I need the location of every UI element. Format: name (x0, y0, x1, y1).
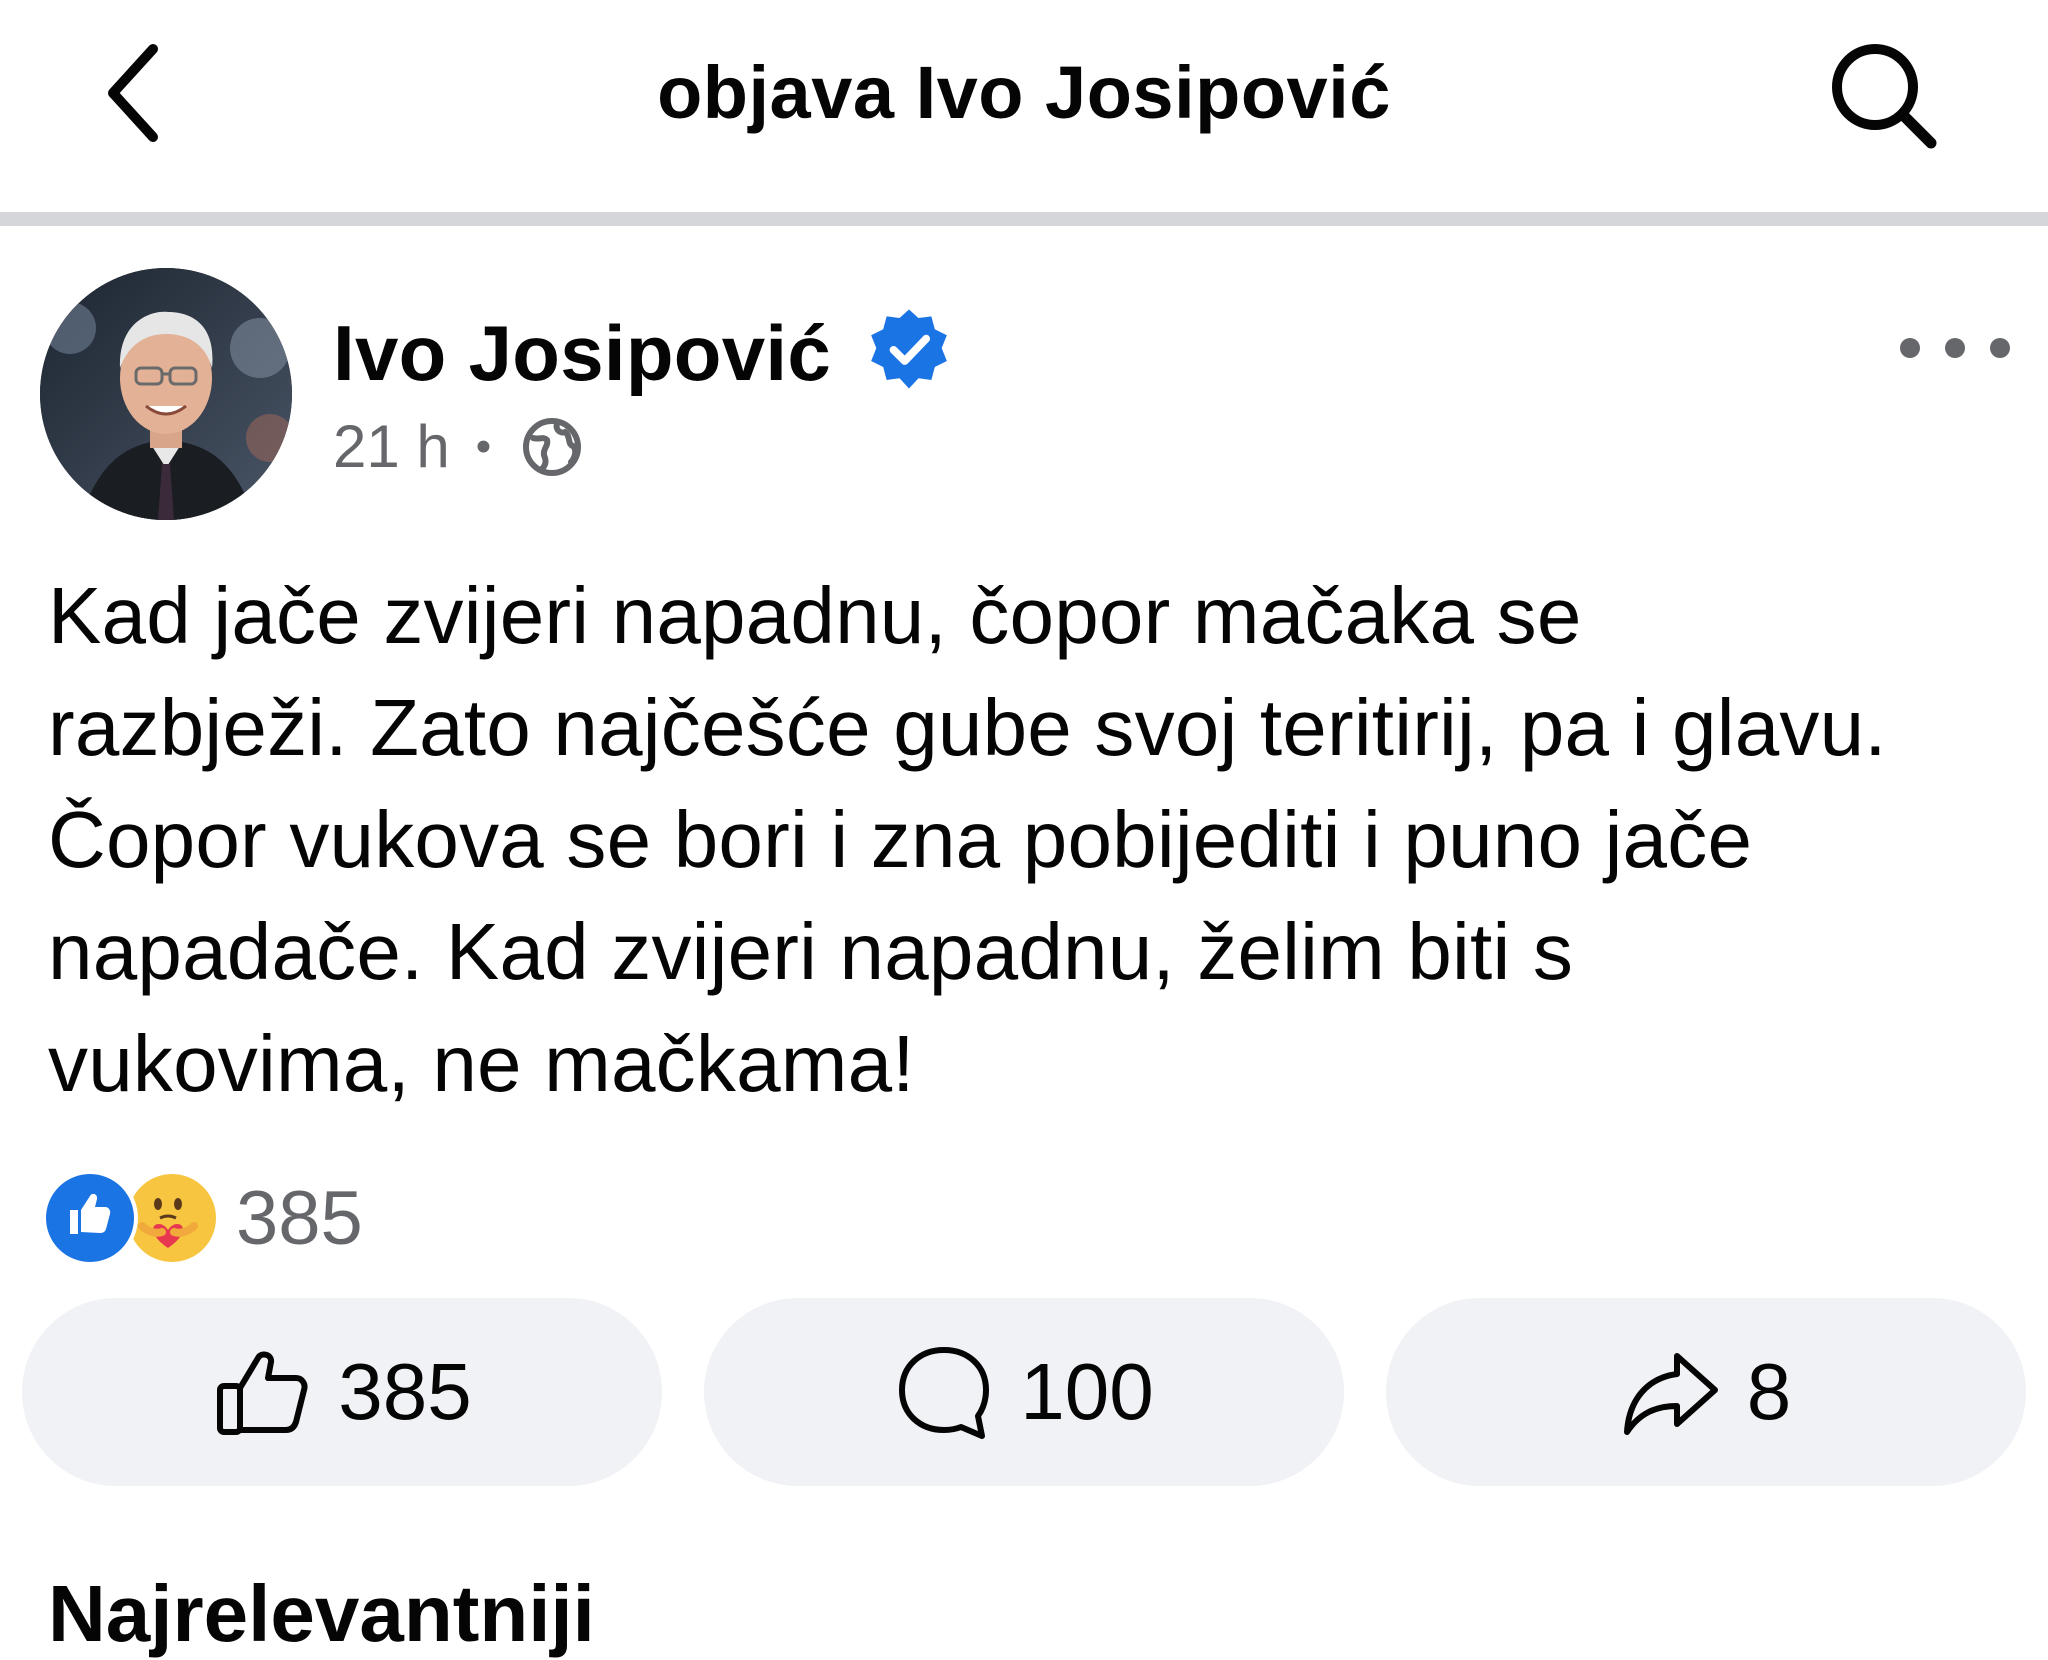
globe-icon (523, 417, 582, 476)
page-title: objava Ivo Josipović (657, 51, 1391, 134)
post-meta: 21 h • (333, 412, 583, 481)
like-count: 385 (338, 1347, 472, 1436)
like-reaction-icon (42, 1170, 138, 1266)
reaction-count: 385 (236, 1175, 363, 1261)
more-options-button[interactable] (1900, 316, 2010, 380)
care-reaction-icon (124, 1170, 220, 1266)
comment-icon (899, 1347, 990, 1439)
share-count: 8 (1746, 1347, 1792, 1436)
reactions-summary[interactable]: 385 (42, 1170, 363, 1266)
comments-sort-heading[interactable]: Najrelevantniji (48, 1568, 595, 1660)
comment-button[interactable]: 100 (704, 1298, 1344, 1486)
more-dot-icon (1900, 338, 1920, 358)
header-divider (0, 212, 2048, 226)
thumbs-up-icon (217, 1351, 308, 1435)
like-button[interactable]: 385 (22, 1298, 662, 1486)
share-button[interactable]: 8 (1386, 1298, 2026, 1486)
post-text: Kad jače zvijeri napadnu, čopor mačaka s… (48, 571, 1887, 1108)
top-bar: objava Ivo Josipović (0, 0, 2048, 212)
profile-photo (40, 268, 292, 520)
more-dot-icon (1945, 338, 1965, 358)
avatar[interactable] (40, 268, 292, 520)
author-name[interactable]: Ivo Josipović (333, 308, 831, 399)
search-icon (1832, 44, 1937, 149)
share-arrow-icon (1623, 1353, 1718, 1435)
post-time[interactable]: 21 h (333, 412, 450, 481)
verified-badge-icon (871, 309, 947, 389)
meta-separator: • (475, 421, 492, 471)
search-button[interactable] (1818, 30, 1948, 160)
more-dot-icon (1990, 338, 2010, 358)
comment-count: 100 (1020, 1347, 1154, 1436)
